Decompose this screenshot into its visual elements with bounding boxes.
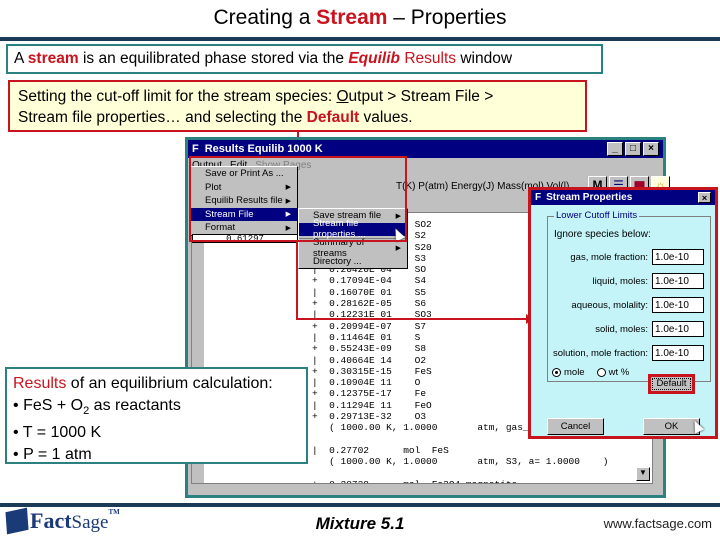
radio-unchecked-icon[interactable] xyxy=(596,367,606,377)
aqueous-molality-input[interactable] xyxy=(652,297,704,313)
cutoff-limits-group: Lower Cutoff Limits Ignore species below… xyxy=(547,210,711,382)
info-heading-text: of an equilibrium calculation: xyxy=(66,375,273,392)
slide-title: Creating a Stream – Properties xyxy=(0,6,720,30)
footer-url[interactable]: www.factsage.com xyxy=(604,516,712,531)
title-text: Creating a xyxy=(213,6,317,29)
bullet-text: T = 1000 K xyxy=(22,424,102,442)
solution-mole-fraction-input[interactable] xyxy=(652,345,704,361)
note-text: utput > Stream File > xyxy=(348,88,494,105)
intro-text: window xyxy=(456,50,513,67)
liquid-moles-input[interactable] xyxy=(652,273,704,289)
title-text-end: – Properties xyxy=(387,6,507,29)
radio-mole[interactable]: mole xyxy=(552,367,585,378)
menu-item-label: Directory ... xyxy=(313,255,362,267)
intro-emph-equilib: Equilib xyxy=(348,50,401,67)
maximize-button[interactable]: □ xyxy=(625,142,641,156)
bullet-text: FeS + O xyxy=(23,396,84,414)
dialog-titlebar[interactable]: F Stream Properties × xyxy=(531,190,715,205)
pointer-line xyxy=(296,318,528,320)
radio-wt-percent[interactable]: wt % xyxy=(596,367,630,378)
info-heading: Results of an equilibrium calculation: xyxy=(13,373,300,395)
menu-item-summary-of-streams[interactable]: Summary of streams ▶ xyxy=(299,237,407,259)
info-bullet: • P = 1 atm xyxy=(13,444,300,466)
result-line xyxy=(312,468,608,479)
field-label: solution, mole fraction: xyxy=(552,348,648,359)
default-button[interactable]: Default xyxy=(648,374,695,394)
bullet-icon: • xyxy=(13,445,19,463)
field-label: solid, moles: xyxy=(595,324,648,335)
pointer-line xyxy=(296,242,298,320)
group-label: Lower Cutoff Limits xyxy=(554,210,640,221)
dialog-title: Stream Properties xyxy=(546,192,633,203)
info-bullet: • T = 1000 K xyxy=(13,422,300,444)
note-menu-key: O xyxy=(336,88,349,105)
result-line: ( 1000.00 K, 1.0000 atm, S3, a= 1.0000 ) xyxy=(312,456,609,468)
menu-highlight-frame xyxy=(189,156,407,242)
bullet-text: as reactants xyxy=(89,396,181,414)
intro-text: A xyxy=(14,50,28,67)
minimize-button[interactable]: _ xyxy=(607,142,623,156)
dialog-close-button[interactable]: × xyxy=(698,192,711,203)
result-line: + 0.20738 mol Fe3O4 magnetite xyxy=(312,479,608,483)
cancel-button[interactable]: Cancel xyxy=(547,418,604,435)
instruction-callout: Setting the cut-off limit for the stream… xyxy=(8,80,587,132)
title-emphasis: Stream xyxy=(316,6,388,29)
bullet-icon: • xyxy=(13,396,19,414)
intro-text: is an equilibrated phase stored via the xyxy=(78,50,349,67)
field-label: gas, mole fraction: xyxy=(570,252,648,263)
close-button[interactable]: × xyxy=(643,142,659,156)
intro-emph-results: Results xyxy=(400,50,457,67)
solid-moles-input[interactable] xyxy=(652,321,704,337)
info-heading-emph: Results xyxy=(13,375,67,392)
results-info-callout: Results of an equilibrium calculation: •… xyxy=(5,367,308,464)
scroll-down-button[interactable]: ▼ xyxy=(636,467,650,481)
field-label: aqueous, molality: xyxy=(571,300,648,311)
radio-checked-icon[interactable] xyxy=(552,367,561,377)
intro-callout: A stream is an equilibrated phase stored… xyxy=(6,44,603,74)
ignore-label: Ignore species below: xyxy=(554,229,651,240)
info-bullet: • FeS + O2 as reactants xyxy=(13,395,300,423)
note-emph-default: Default xyxy=(306,109,360,126)
note-text: Stream file properties… and selecting th… xyxy=(18,109,307,126)
radio-label: wt % xyxy=(608,367,630,378)
note-text: values. xyxy=(359,109,413,126)
stream-properties-dialog: F Stream Properties × Lower Cutoff Limit… xyxy=(528,187,718,439)
submenu-arrow-icon: ▶ xyxy=(395,244,401,252)
field-label: liquid, moles: xyxy=(592,276,648,287)
window-title: Results Equilib 1000 K xyxy=(204,143,323,155)
bullet-icon: • xyxy=(13,424,19,442)
bullet-text: P = 1 atm xyxy=(23,445,92,463)
gas-mole-fraction-input[interactable] xyxy=(652,249,704,265)
footer-divider xyxy=(0,503,720,507)
radio-label: mole xyxy=(564,367,585,378)
intro-emph-stream: stream xyxy=(27,50,79,67)
unit-radio-group: mole wt % xyxy=(552,367,629,378)
app-icon: F xyxy=(535,192,542,203)
app-icon: F xyxy=(192,143,199,155)
result-line: | 0.27702 mol FeS xyxy=(312,444,449,456)
title-divider xyxy=(0,37,720,41)
note-text: Setting the cut-off limit for the stream… xyxy=(18,88,337,105)
